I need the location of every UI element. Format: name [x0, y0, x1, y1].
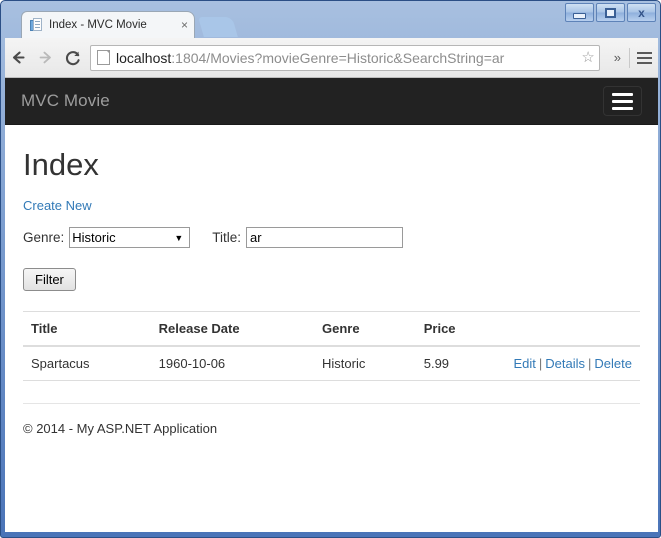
bookmark-star-icon[interactable]: ☆: [581, 50, 594, 65]
filter-form: Genre: Historic ▼ Title: Filter: [23, 227, 640, 291]
column-header-title: Title: [23, 311, 151, 347]
tab-title: Index - MVC Movie: [49, 19, 147, 31]
navbar-toggle-button[interactable]: [603, 86, 642, 116]
filter-inputs-row: Genre: Historic ▼ Title:: [23, 227, 640, 248]
cell-actions: Edit | Details | Delete: [505, 346, 640, 381]
filter-button[interactable]: Filter: [23, 268, 76, 291]
hamburger-bar: [612, 99, 633, 103]
reload-button[interactable]: [59, 44, 86, 71]
action-separator: |: [588, 356, 592, 371]
tab-strip: Index - MVC Movie × x: [5, 1, 658, 38]
page-favicon-icon: [30, 18, 43, 32]
hamburger-bar: [612, 106, 633, 110]
create-new-row: Create New: [23, 197, 640, 215]
chrome-menu-icon[interactable]: [630, 44, 658, 71]
url-path: :1804/Movies?movieGenre=Historic&SearchS…: [171, 49, 505, 66]
tab-close-icon[interactable]: ×: [177, 19, 188, 31]
cell-release-date: 1960-10-06: [150, 346, 315, 381]
delete-link[interactable]: Delete: [594, 356, 632, 371]
minimize-button[interactable]: [565, 3, 594, 22]
url-host: localhost: [116, 49, 172, 66]
new-tab-button[interactable]: [198, 17, 238, 37]
navbar-brand[interactable]: MVC Movie: [21, 91, 110, 111]
cell-price: 5.99: [415, 346, 506, 381]
page-footer: © 2014 - My ASP.NET Application: [23, 403, 640, 436]
forward-button[interactable]: [32, 44, 59, 71]
address-bar-url: localhost:1804/Movies?movieGenre=Histori…: [116, 50, 577, 66]
title-label: Title:: [212, 230, 242, 245]
window-frame-inner: Index - MVC Movie × x localhost:1804/Mov…: [5, 1, 658, 532]
column-header-genre: Genre: [314, 311, 416, 347]
page-container: Index Create New Genre: Historic ▼ Title: [5, 147, 658, 436]
create-new-link[interactable]: Create New: [23, 198, 92, 213]
edit-link[interactable]: Edit: [513, 356, 535, 371]
column-header-price: Price: [415, 311, 506, 347]
table-header-row: Title Release Date Genre Price: [23, 311, 640, 347]
column-header-actions: [505, 311, 640, 347]
back-button[interactable]: [5, 44, 32, 71]
address-bar[interactable]: localhost:1804/Movies?movieGenre=Histori…: [90, 44, 600, 71]
hamburger-bar: [612, 92, 633, 96]
toolbar-overflow-icon[interactable]: »: [606, 50, 629, 65]
title-search-input[interactable]: [246, 227, 404, 248]
window-controls: x: [563, 3, 656, 22]
cell-genre: Historic: [314, 346, 416, 381]
action-separator: |: [538, 356, 543, 371]
close-button[interactable]: x: [627, 3, 656, 22]
movies-table-head: Title Release Date Genre Price: [23, 311, 640, 347]
page-viewport: MVC Movie Index Create New Genre: Histor…: [5, 78, 658, 532]
filter-button-row: Filter: [23, 268, 640, 291]
site-navbar: MVC Movie: [5, 78, 658, 125]
maximize-button[interactable]: [596, 3, 625, 22]
movies-table-body: Spartacus 1960-10-06 Historic 5.99 Edit |…: [23, 346, 640, 381]
browser-window: Index - MVC Movie × x localhost:1804/Mov…: [0, 0, 661, 538]
cell-title: Spartacus: [23, 346, 151, 381]
page-title: Index: [23, 147, 99, 182]
footer-text: © 2014 - My ASP.NET Application: [23, 421, 218, 436]
table-row: Spartacus 1960-10-06 Historic 5.99 Edit |…: [23, 346, 640, 381]
genre-label: Genre:: [23, 230, 65, 245]
details-link[interactable]: Details: [545, 356, 585, 371]
column-header-release-date: Release Date: [150, 311, 315, 347]
browser-toolbar: localhost:1804/Movies?movieGenre=Histori…: [5, 38, 658, 78]
page-info-icon: [97, 50, 110, 65]
browser-tab[interactable]: Index - MVC Movie ×: [21, 11, 195, 38]
movies-table: Title Release Date Genre Price Spartacus…: [23, 311, 640, 381]
genre-select[interactable]: Historic: [69, 227, 191, 248]
genre-select-wrapper: Historic ▼: [69, 227, 191, 248]
